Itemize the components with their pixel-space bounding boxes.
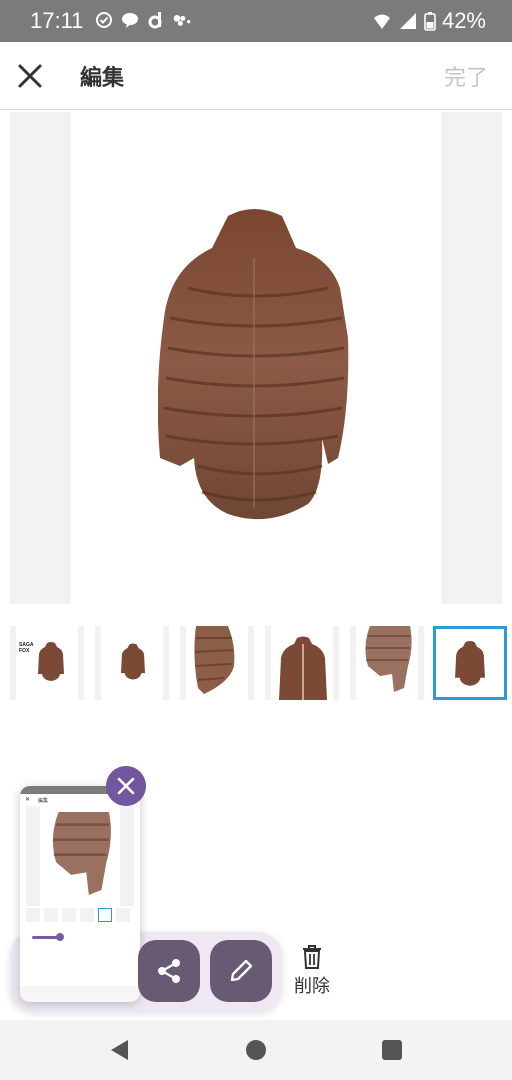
- mini-coat-image: [52, 812, 111, 895]
- wifi-icon: [373, 14, 390, 29]
- thumbnail-coat-side-image: [365, 626, 412, 692]
- mini-title: 編集: [38, 798, 49, 804]
- battery-percent: 42%: [441, 8, 486, 33]
- thumbnail-coat-image: [121, 643, 145, 680]
- recents-icon[interactable]: [380, 1038, 404, 1062]
- screenshot-thumbnail[interactable]: ✕ 編集: [20, 786, 140, 1002]
- dismiss-screenshot-button[interactable]: [106, 766, 146, 806]
- line-icon: [122, 13, 138, 28]
- trash-icon: [303, 945, 321, 969]
- thumbnail-6-selected[interactable]: [433, 626, 507, 700]
- page-title: 編集: [80, 66, 125, 91]
- home-icon[interactable]: [244, 1038, 268, 1062]
- delete-label: 削除: [294, 976, 330, 997]
- edit-button[interactable]: [210, 940, 272, 1002]
- screenshot-overlay: ✕ 編集: [10, 766, 282, 1012]
- thumbnail-5[interactable]: [350, 626, 424, 700]
- thumbnail-2[interactable]: [95, 626, 169, 700]
- status-time: 17:11: [30, 8, 84, 33]
- thumbnail-text: SAGA FOX: [19, 642, 34, 654]
- thumbnail-sleeve-image: [194, 626, 235, 694]
- thumbnail-coat-image: [455, 641, 485, 686]
- system-nav-bar: [0, 1020, 512, 1080]
- close-icon[interactable]: [14, 60, 46, 92]
- pencil-icon: [230, 959, 253, 982]
- thumbnail-strip: SAGA FOX: [10, 626, 508, 700]
- game-icon: [173, 15, 191, 26]
- check-circle-icon: [96, 12, 112, 28]
- thumbnail-coat-image: [38, 642, 64, 681]
- delete-button[interactable]: 削除: [290, 944, 334, 997]
- image-preview[interactable]: [10, 112, 502, 604]
- thumbnail-3[interactable]: [180, 626, 254, 700]
- status-notification-icons: [94, 10, 192, 30]
- battery-icon: [424, 12, 436, 31]
- preview-left-margin: [10, 112, 71, 604]
- status-bar: 17:11 42%: [0, 0, 512, 42]
- thumbnail-1[interactable]: SAGA FOX: [10, 626, 84, 700]
- back-icon[interactable]: [108, 1038, 132, 1062]
- mini-thumbnail-strip: [26, 908, 134, 922]
- done-button[interactable]: 完了: [444, 60, 488, 92]
- d-icon: [148, 12, 162, 29]
- share-button[interactable]: [138, 940, 200, 1002]
- share-icon: [158, 959, 180, 983]
- app-bar: 編集 完了: [0, 42, 512, 110]
- status-system-icons: 42%: [372, 8, 486, 34]
- signal-icon: [399, 13, 416, 29]
- thumbnail-coat-image: [279, 636, 327, 700]
- fur-coat-image: [158, 209, 349, 520]
- thumbnail-4[interactable]: [265, 626, 339, 700]
- preview-right-margin: [441, 112, 502, 604]
- mini-close-icon: ✕: [25, 796, 31, 803]
